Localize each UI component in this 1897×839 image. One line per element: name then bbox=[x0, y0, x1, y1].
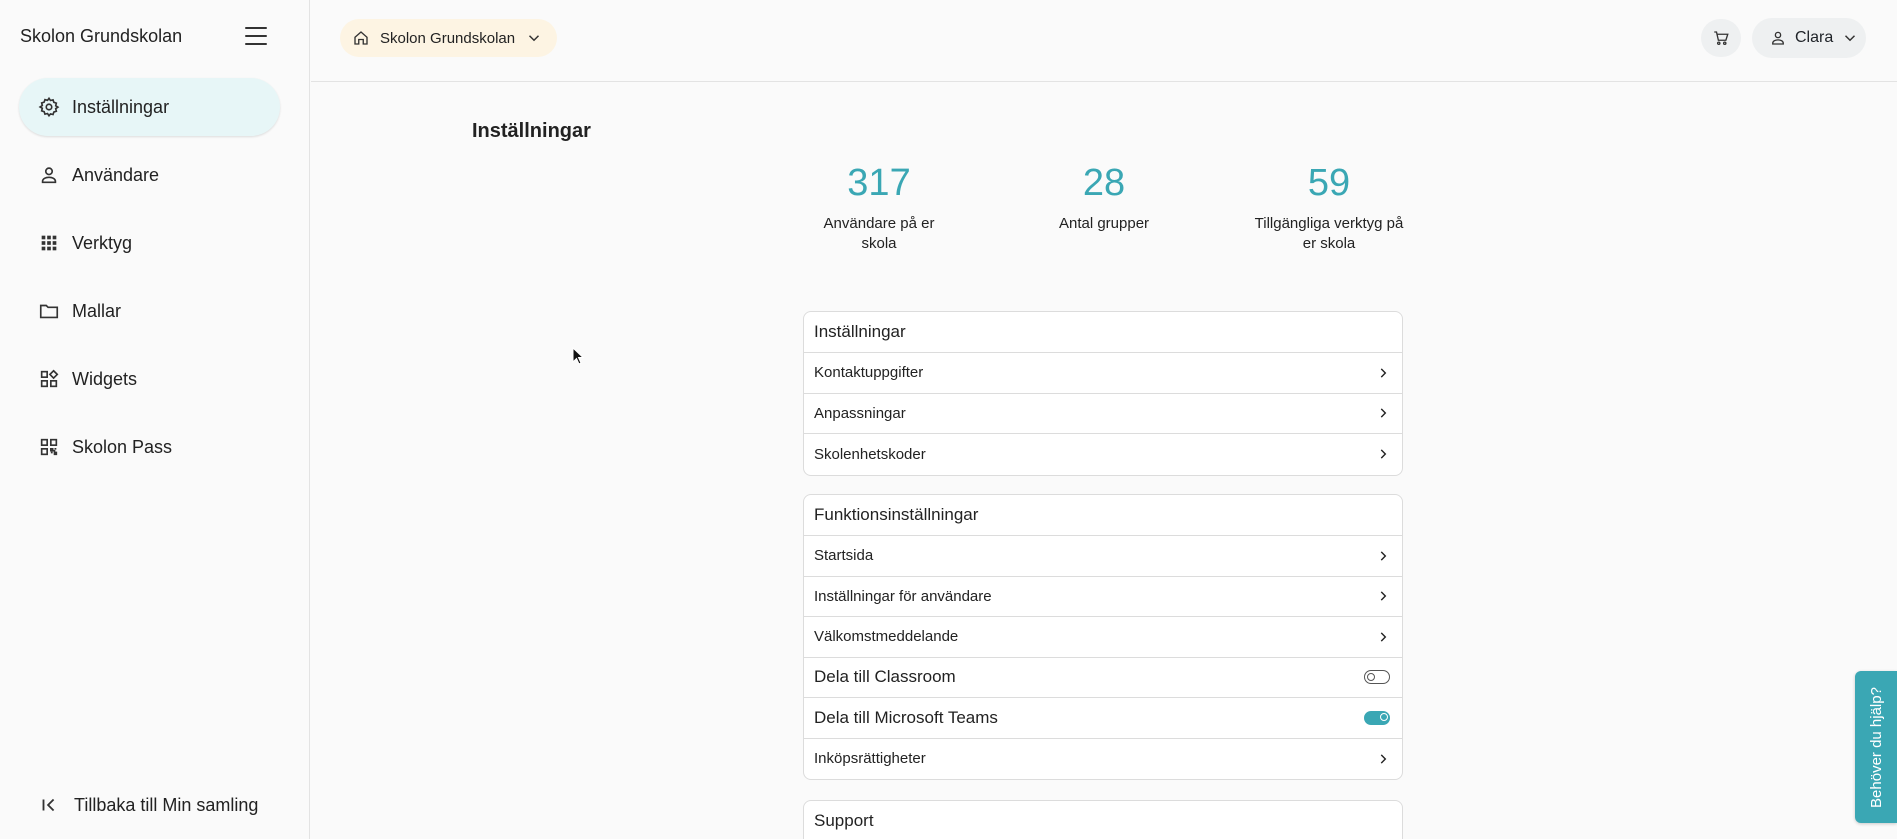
function-row-share-teams: Dela till Microsoft Teams bbox=[804, 698, 1402, 739]
row-label: Anpassningar bbox=[814, 404, 906, 422]
page-title: Inställningar bbox=[472, 120, 591, 142]
row-label: Startsida bbox=[814, 547, 874, 565]
row-label: Inköpsrättigheter bbox=[814, 750, 926, 768]
sidebar-item-verktyg[interactable]: Verktyg bbox=[19, 214, 280, 272]
chevron-right-icon bbox=[1380, 449, 1387, 459]
back-to-collection-link[interactable]: Tillbaka till Min samling bbox=[38, 794, 258, 816]
stat-label: Tillgängliga verktyg på er skola bbox=[1254, 215, 1404, 252]
card-title: Support bbox=[804, 801, 1402, 839]
help-tab-label: Behöver du hjälp? bbox=[1867, 686, 1885, 808]
settings-row-skolenhetskoder[interactable]: Skolenhetskoder bbox=[804, 434, 1402, 475]
home-icon bbox=[354, 31, 368, 45]
cart-icon bbox=[1714, 31, 1729, 46]
chevron-right-icon bbox=[1380, 754, 1387, 764]
row-label: Dela till Classroom bbox=[814, 667, 956, 687]
settings-row-kontaktuppgifter[interactable]: Kontaktuppgifter bbox=[804, 353, 1402, 394]
settings-row-anpassningar[interactable]: Anpassningar bbox=[804, 394, 1402, 434]
sidebar-item-label: Mallar bbox=[72, 300, 122, 321]
sidebar-item-label: Inställningar bbox=[72, 96, 170, 117]
sidebar-item-label: Verktyg bbox=[72, 232, 133, 253]
chevron-right-icon bbox=[1380, 408, 1387, 418]
classroom-toggle[interactable] bbox=[1364, 670, 1390, 685]
function-row-share-classroom: Dela till Classroom bbox=[804, 658, 1402, 698]
sidebar-item-skolon-pass[interactable]: Skolon Pass bbox=[19, 418, 280, 476]
sidebar-title: Skolon Grundskolan bbox=[20, 25, 183, 46]
qr-code-icon bbox=[38, 436, 60, 458]
teams-toggle[interactable] bbox=[1364, 710, 1390, 725]
cart-button[interactable] bbox=[1701, 19, 1741, 57]
sidebar-header: Skolon Grundskolan bbox=[20, 22, 289, 50]
back-to-collection-label: Tillbaka till Min samling bbox=[74, 794, 259, 815]
stats-row: 317 Användare på er skola 28 Antal grupp… bbox=[804, 158, 1404, 254]
function-settings-card: Funktionsinställningar Startsida Inställ… bbox=[803, 494, 1403, 780]
sidebar-item-installningar[interactable]: Inställningar bbox=[19, 78, 280, 136]
stat-label: Antal grupper bbox=[1058, 215, 1150, 232]
topbar: Skolon Grundskolan Clara bbox=[311, 0, 1897, 82]
card-title: Inställningar bbox=[804, 312, 1402, 353]
chevron-down-icon bbox=[1845, 35, 1856, 42]
first-page-icon bbox=[38, 794, 60, 816]
chevron-right-icon bbox=[1380, 551, 1387, 561]
function-row-purchase-rights[interactable]: Inköpsrättigheter bbox=[804, 739, 1402, 780]
help-tab[interactable]: Behöver du hjälp? bbox=[1855, 671, 1897, 823]
chevron-right-icon bbox=[1380, 632, 1387, 642]
stat-label: Användare på er skola bbox=[823, 215, 935, 252]
support-card: Support bbox=[803, 800, 1403, 839]
user-menu-button[interactable]: Clara bbox=[1752, 18, 1866, 58]
sidebar-item-label: Skolon Pass bbox=[72, 436, 173, 457]
function-row-startsida[interactable]: Startsida bbox=[804, 536, 1402, 577]
person-icon bbox=[1772, 31, 1784, 45]
sidebar-item-label: Användare bbox=[72, 164, 160, 185]
stat-value: 28 bbox=[1082, 162, 1126, 204]
mouse-cursor-icon bbox=[572, 347, 584, 365]
card-title: Funktionsinställningar bbox=[804, 495, 1402, 536]
sidebar-nav: Inställningar Användare Verktyg Mallar W… bbox=[19, 78, 280, 486]
stat-tools: 59 Tillgängliga verktyg på er skola bbox=[1254, 158, 1404, 254]
row-label: Kontaktuppgifter bbox=[814, 364, 924, 382]
stat-value: 59 bbox=[1307, 162, 1351, 204]
stat-value: 317 bbox=[847, 162, 911, 204]
sidebar-item-anvandare[interactable]: Användare bbox=[19, 146, 280, 204]
user-name: Clara bbox=[1795, 29, 1834, 46]
sidebar-item-widgets[interactable]: Widgets bbox=[19, 350, 280, 408]
sidebar-item-mallar[interactable]: Mallar bbox=[19, 282, 280, 340]
sidebar: Skolon Grundskolan Inställningar Använda… bbox=[0, 0, 310, 839]
widgets-icon bbox=[38, 368, 60, 390]
stat-users: 317 Användare på er skola bbox=[804, 158, 954, 254]
chevron-right-icon bbox=[1380, 591, 1387, 601]
person-icon bbox=[38, 164, 60, 186]
function-row-welcome-message[interactable]: Välkomstmeddelande bbox=[804, 617, 1402, 658]
row-label: Skolenhetskoder bbox=[814, 445, 926, 463]
school-selector-label: Skolon Grundskolan bbox=[380, 29, 516, 47]
row-label: Dela till Microsoft Teams bbox=[814, 707, 998, 727]
menu-icon[interactable] bbox=[245, 27, 267, 45]
function-row-user-settings[interactable]: Inställningar för användare bbox=[804, 577, 1402, 617]
row-label: Välkomstmeddelande bbox=[814, 628, 959, 646]
settings-card: Inställningar Kontaktuppgifter Anpassnin… bbox=[803, 311, 1403, 476]
gear-icon bbox=[38, 96, 60, 118]
apps-grid-icon bbox=[38, 232, 60, 254]
folder-icon bbox=[38, 300, 60, 322]
school-selector[interactable]: Skolon Grundskolan bbox=[340, 19, 558, 57]
sidebar-item-label: Widgets bbox=[72, 368, 138, 389]
stat-groups: 28 Antal grupper bbox=[1029, 158, 1179, 254]
chevron-right-icon bbox=[1380, 368, 1387, 378]
row-label: Inställningar för användare bbox=[814, 587, 992, 605]
chevron-down-icon bbox=[529, 35, 540, 42]
